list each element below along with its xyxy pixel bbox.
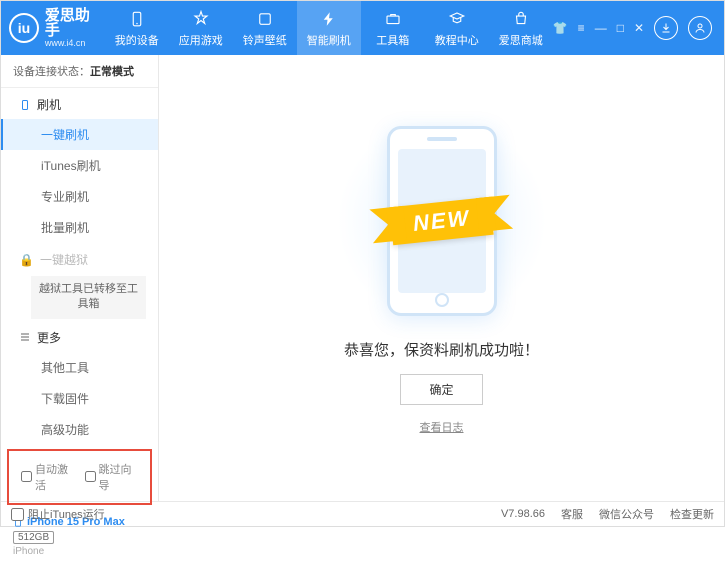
nav-tutorials[interactable]: 教程中心 xyxy=(425,1,489,55)
checkbox-auto-activate[interactable]: 自动激活 xyxy=(21,461,75,493)
storage-badge: 512GB xyxy=(13,531,54,544)
sidebar-header-more[interactable]: 更多 xyxy=(1,321,158,352)
footer-service[interactable]: 客服 xyxy=(561,506,583,522)
device-status: 设备连接状态：正常模式 xyxy=(1,55,158,88)
app-name: 爱思助手 xyxy=(45,8,105,38)
nav-apps-games[interactable]: 应用游戏 xyxy=(169,1,233,55)
sidebar-item-download-firmware[interactable]: 下载固件 xyxy=(1,383,158,414)
close-icon[interactable]: ✕ xyxy=(634,21,644,35)
success-illustration: NEW xyxy=(352,121,532,321)
mall-icon xyxy=(511,9,531,29)
sidebar-item-other-tools[interactable]: 其他工具 xyxy=(1,352,158,383)
view-log-link[interactable]: 查看日志 xyxy=(420,419,464,435)
app-url: www.i4.cn xyxy=(45,38,105,48)
nav-smart-flash[interactable]: 智能刷机 xyxy=(297,1,361,55)
nav-ringtones[interactable]: 铃声壁纸 xyxy=(233,1,297,55)
footer-wechat[interactable]: 微信公众号 xyxy=(599,506,654,522)
toolbox-icon xyxy=(383,9,403,29)
download-icon[interactable] xyxy=(654,16,678,40)
version-label: V7.98.66 xyxy=(501,508,545,520)
checkbox-skip-guide[interactable]: 跳过向导 xyxy=(85,461,139,493)
nav-toolbox[interactable]: 工具箱 xyxy=(361,1,425,55)
minimize-icon[interactable]: — xyxy=(595,21,607,35)
menu-icon[interactable]: ≡ xyxy=(578,21,585,35)
checkbox-block-itunes[interactable]: 阻止iTunes运行 xyxy=(11,506,105,522)
apps-icon xyxy=(191,9,211,29)
device-type: iPhone xyxy=(13,546,146,557)
sidebar-item-batch-flash[interactable]: 批量刷机 xyxy=(1,212,158,243)
nav-my-device[interactable]: 我的设备 xyxy=(105,1,169,55)
flash-icon xyxy=(319,9,339,29)
lock-icon: 🔒 xyxy=(19,253,34,267)
sidebar-jailbreak-note[interactable]: 越狱工具已转移至工具箱 xyxy=(31,276,146,319)
sidebar-item-pro-flash[interactable]: 专业刷机 xyxy=(1,181,158,212)
sidebar-item-itunes-flash[interactable]: iTunes刷机 xyxy=(1,150,158,181)
success-message: 恭喜您，保资料刷机成功啦！ xyxy=(344,339,539,360)
tutorial-icon xyxy=(447,9,467,29)
sidebar-header-jailbreak: 🔒 一键越狱 xyxy=(1,243,158,274)
confirm-button[interactable]: 确定 xyxy=(400,374,482,405)
options-highlight-box: 自动激活 跳过向导 xyxy=(7,449,152,505)
media-icon xyxy=(255,9,275,29)
footer-check-update[interactable]: 检查更新 xyxy=(670,506,714,522)
phone-icon xyxy=(19,99,31,111)
list-icon xyxy=(19,331,31,343)
sidebar-item-advanced[interactable]: 高级功能 xyxy=(1,414,158,445)
user-icon[interactable] xyxy=(688,16,712,40)
app-logo: iu 爱思助手 www.i4.cn xyxy=(9,8,105,48)
skin-icon[interactable]: 👕 xyxy=(553,21,568,35)
sidebar-header-flash[interactable]: 刷机 xyxy=(1,88,158,119)
device-icon xyxy=(127,9,147,29)
sidebar-item-one-click-flash[interactable]: 一键刷机 xyxy=(1,119,158,150)
nav-mall[interactable]: 爱思商城 xyxy=(489,1,553,55)
maximize-icon[interactable]: □ xyxy=(617,21,624,35)
